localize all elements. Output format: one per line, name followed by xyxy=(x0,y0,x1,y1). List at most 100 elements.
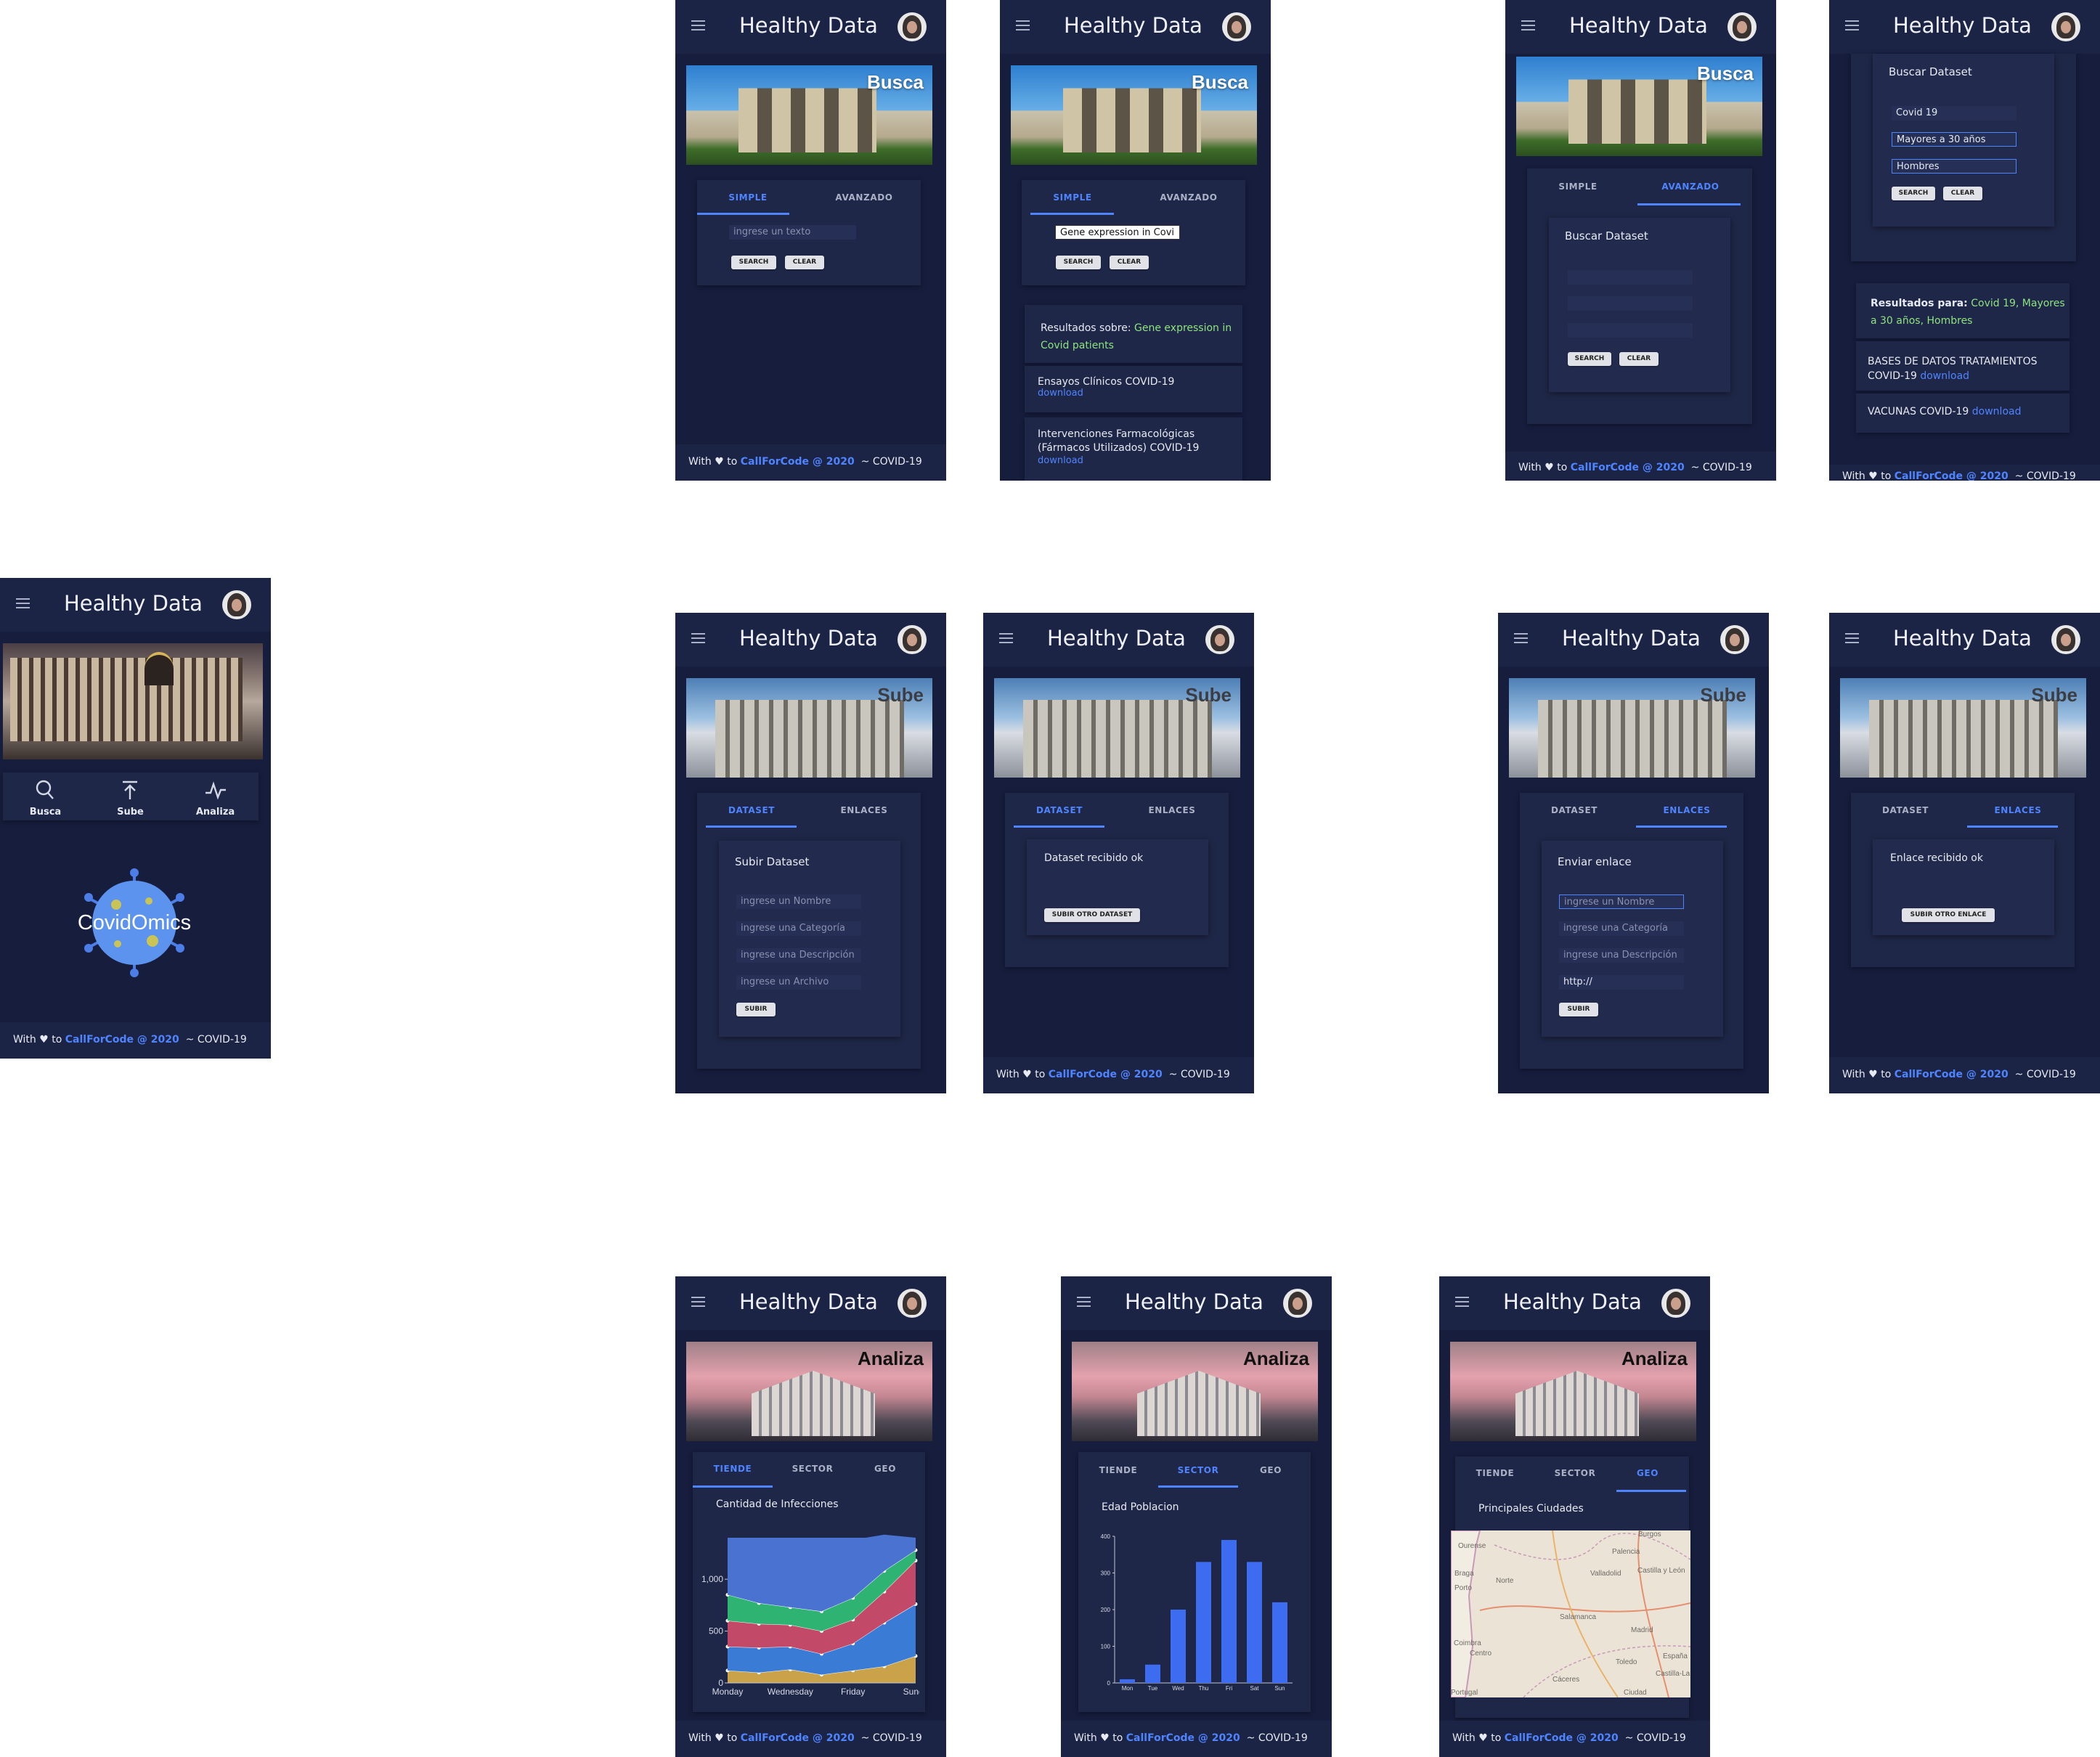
search-button[interactable]: SEARCH xyxy=(1892,187,1935,200)
footer-link[interactable]: CallForCode @ 2020 xyxy=(741,456,855,468)
avatar[interactable] xyxy=(2051,625,2080,654)
footer-link[interactable]: CallForCode @ 2020 xyxy=(1505,1732,1619,1744)
nav-analiza[interactable]: Analiza xyxy=(173,772,258,820)
tab-sector[interactable]: SECTOR xyxy=(1535,1468,1615,1478)
menu-icon[interactable] xyxy=(1845,633,1859,643)
search-button[interactable]: SEARCH xyxy=(1568,352,1611,366)
tab-sector[interactable]: SECTOR xyxy=(1158,1465,1238,1475)
submit-button[interactable]: SUBIR xyxy=(1559,1003,1598,1016)
tab-avanzado[interactable]: AVANZADO xyxy=(1138,192,1240,203)
footer-link[interactable]: CallForCode @ 2020 xyxy=(1126,1732,1240,1744)
avatar[interactable] xyxy=(1727,12,1757,41)
avatar[interactable] xyxy=(1661,1289,1690,1318)
tab-enlaces[interactable]: ENLACES xyxy=(1636,805,1738,815)
footer-link[interactable]: CallForCode @ 2020 xyxy=(65,1034,179,1045)
search-button[interactable]: SEARCH xyxy=(731,256,776,269)
upload-again-button[interactable]: SUBIR OTRO DATASET xyxy=(1044,908,1140,922)
tab-tiende[interactable]: TIENDE xyxy=(693,1464,773,1474)
search-input[interactable]: ingrese un texto xyxy=(729,225,856,240)
menu-icon[interactable] xyxy=(1845,20,1859,30)
tab-geo[interactable]: GEO xyxy=(1231,1465,1311,1475)
avatar[interactable] xyxy=(1205,625,1234,654)
download-link[interactable]: download xyxy=(1920,370,1969,382)
cities-map[interactable]: Ourense Burgos Palencia Valladolid Castilla … xyxy=(1451,1530,1690,1697)
download-link[interactable]: download xyxy=(1972,406,2022,417)
name-input[interactable]: ingrese un Nombre xyxy=(1559,894,1684,909)
map-title: Principales Ciudades xyxy=(1478,1503,1584,1515)
tab-avanzado[interactable]: AVANZADO xyxy=(1640,182,1741,192)
description-input[interactable]: ingrese una Descripción xyxy=(736,948,861,963)
clear-button[interactable]: CLEAR xyxy=(1943,187,1982,200)
filter-input-1[interactable] xyxy=(1568,270,1693,285)
tab-dataset[interactable]: DATASET xyxy=(704,805,799,815)
filter-input-3[interactable] xyxy=(1568,323,1693,338)
avatar[interactable] xyxy=(898,12,927,41)
menu-icon[interactable] xyxy=(999,633,1013,643)
avatar[interactable] xyxy=(1283,1289,1312,1318)
search-button[interactable]: SEARCH xyxy=(1056,256,1101,269)
tab-tiende[interactable]: TIENDE xyxy=(1455,1468,1535,1478)
tab-dataset[interactable]: DATASET xyxy=(1527,805,1621,815)
name-input[interactable]: ingrese un Nombre xyxy=(736,894,861,909)
filter-input-2[interactable] xyxy=(1568,296,1693,311)
tab-simple[interactable]: SIMPLE xyxy=(1022,192,1123,203)
menu-icon[interactable] xyxy=(1077,1297,1091,1307)
tab-tiende[interactable]: TIENDE xyxy=(1078,1465,1158,1475)
category-input[interactable]: ingrese una Categoría xyxy=(1559,921,1684,936)
menu-icon[interactable] xyxy=(1455,1297,1469,1307)
result-item[interactable]: Intervenciones Farmacológicas (Fármacos … xyxy=(1025,417,1242,481)
dataset-ok-panel: Dataset recibido ok SUBIR OTRO DATASET xyxy=(1027,839,1208,935)
filter-input-2[interactable]: Mayores a 30 años xyxy=(1892,132,2016,147)
file-input[interactable]: ingrese un Archivo xyxy=(736,975,861,990)
tab-enlaces[interactable]: ENLACES xyxy=(1121,805,1223,815)
nav-busca[interactable]: Busca xyxy=(3,772,88,820)
menu-icon[interactable] xyxy=(16,598,30,608)
menu-icon[interactable] xyxy=(691,20,705,30)
map-label: Centro xyxy=(1470,1650,1491,1658)
avatar[interactable] xyxy=(222,590,251,619)
tab-avanzado[interactable]: AVANZADO xyxy=(813,192,915,203)
heart-icon: ♥ xyxy=(1022,1069,1032,1080)
footer-link[interactable]: CallForCode @ 2020 xyxy=(1895,1069,2009,1080)
avatar[interactable] xyxy=(2051,12,2080,41)
menu-icon[interactable] xyxy=(1514,633,1528,643)
menu-icon[interactable] xyxy=(1016,20,1030,30)
tab-simple[interactable]: SIMPLE xyxy=(1527,182,1629,192)
filter-input-1[interactable]: Covid 19 xyxy=(1892,106,2016,121)
download-link[interactable]: download xyxy=(1038,455,1229,466)
clear-button[interactable]: CLEAR xyxy=(1619,352,1659,366)
tab-geo[interactable]: GEO xyxy=(1608,1468,1688,1478)
submit-button[interactable]: SUBIR xyxy=(736,1003,776,1016)
footer-link[interactable]: CallForCode @ 2020 xyxy=(741,1732,855,1744)
tab-geo[interactable]: GEO xyxy=(845,1464,925,1474)
url-input[interactable]: http:// xyxy=(1559,975,1684,990)
avatar[interactable] xyxy=(898,625,927,654)
tab-sector[interactable]: SECTOR xyxy=(773,1464,852,1474)
description-input[interactable]: ingrese una Descripción xyxy=(1559,948,1684,963)
tab-enlaces[interactable]: ENLACES xyxy=(813,805,915,815)
result-item[interactable]: BASES DE DATOS TRATAMIENTOS COVID-19 dow… xyxy=(1856,341,2070,391)
footer-link[interactable]: CallForCode @ 2020 xyxy=(1571,462,1685,473)
menu-icon[interactable] xyxy=(1521,20,1535,30)
search-input[interactable]: Gene expression in Covi xyxy=(1055,225,1180,240)
download-link[interactable]: download xyxy=(1038,388,1229,399)
clear-button[interactable]: CLEAR xyxy=(785,256,824,269)
avatar[interactable] xyxy=(1222,12,1251,41)
footer-link[interactable]: CallForCode @ 2020 xyxy=(1895,470,2009,481)
tab-dataset[interactable]: DATASET xyxy=(1858,805,1953,815)
result-item[interactable]: VACUNAS COVID-19 download xyxy=(1856,394,2070,433)
menu-icon[interactable] xyxy=(691,1297,705,1307)
avatar[interactable] xyxy=(1720,625,1749,654)
nav-sube[interactable]: Sube xyxy=(88,772,173,820)
category-input[interactable]: ingrese una Categoría xyxy=(736,921,861,936)
filter-input-3[interactable]: Hombres xyxy=(1892,159,2016,174)
footer-link[interactable]: CallForCode @ 2020 xyxy=(1049,1069,1163,1080)
tab-dataset[interactable]: DATASET xyxy=(1012,805,1107,815)
avatar[interactable] xyxy=(898,1289,927,1318)
clear-button[interactable]: CLEAR xyxy=(1110,256,1149,269)
result-item[interactable]: Ensayos Clínicos COVID-19 download xyxy=(1025,366,1242,412)
upload-again-button[interactable]: SUBIR OTRO ENLACE xyxy=(1902,908,1995,922)
tab-simple[interactable]: SIMPLE xyxy=(697,192,799,203)
menu-icon[interactable] xyxy=(691,633,705,643)
tab-enlaces[interactable]: ENLACES xyxy=(1967,805,2069,815)
